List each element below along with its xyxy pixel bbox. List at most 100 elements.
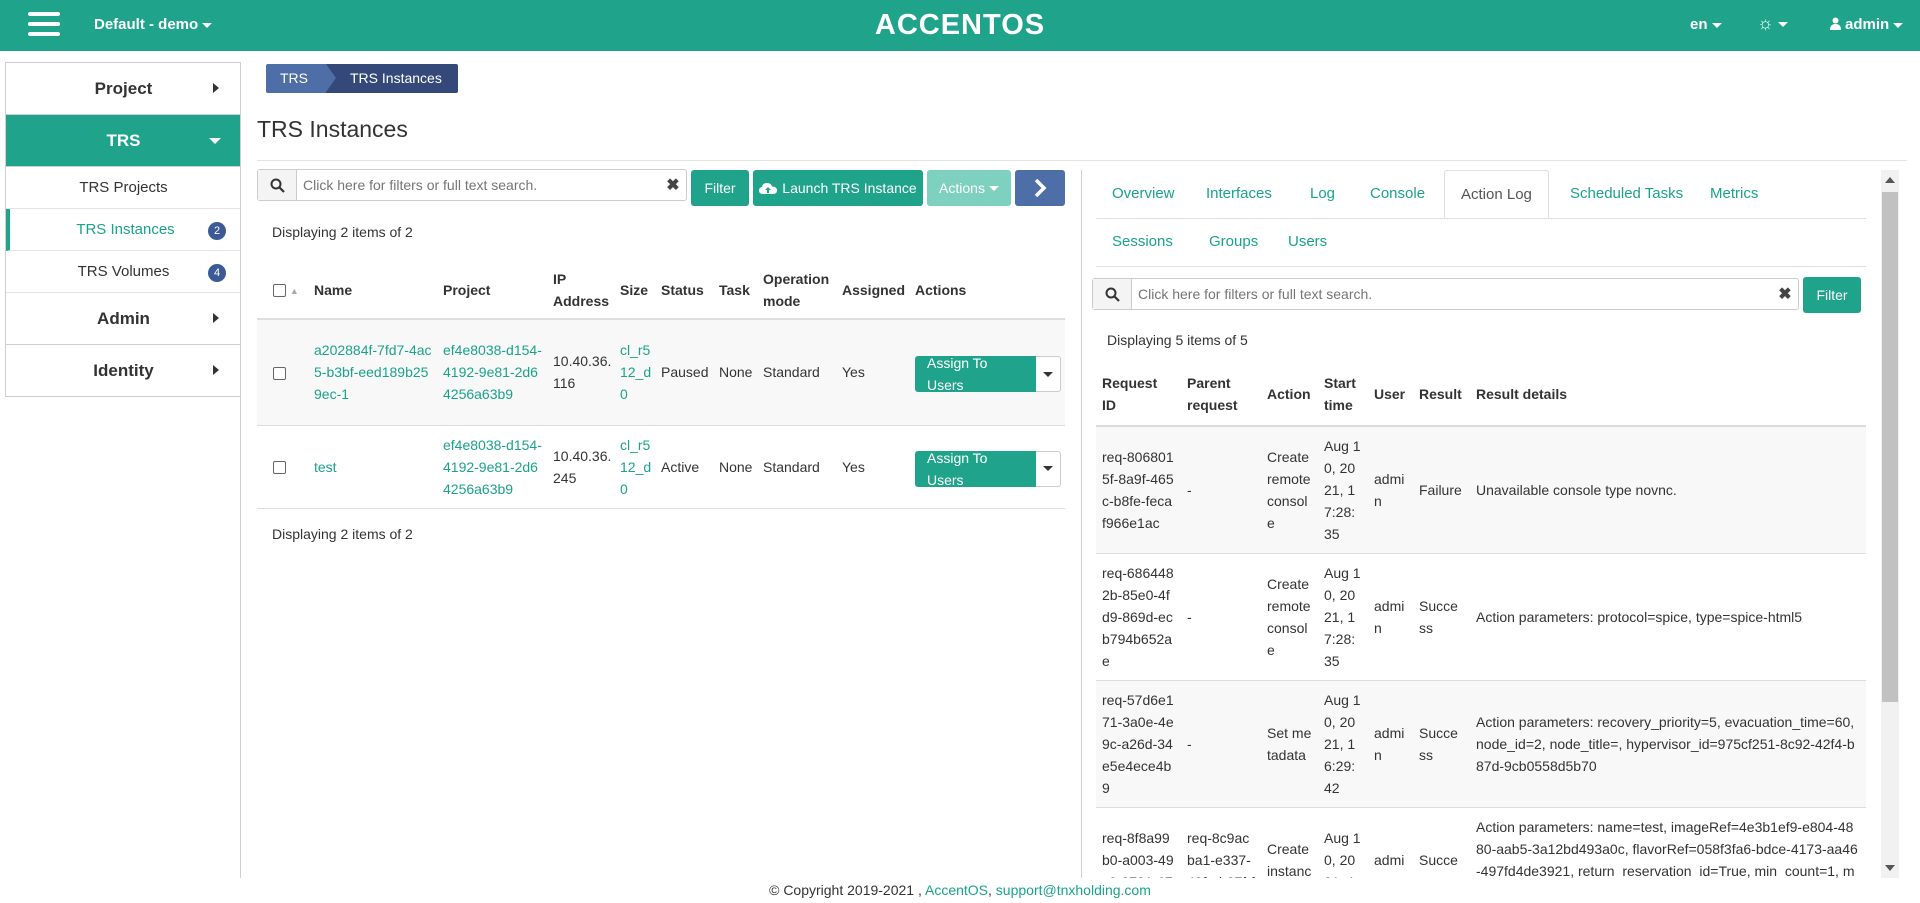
search-input[interactable] [1132, 279, 1772, 309]
project-link[interactable]: ef4e8038-d154-4192-9e81-2d64256a63b9 [439, 425, 549, 509]
actions-label: Actions [939, 180, 985, 196]
instance-name-link[interactable]: test [310, 425, 439, 509]
sidebar-section-identity[interactable]: Identity [6, 345, 241, 397]
footer: © Copyright 2019-2021 , AccentOS, suppor… [0, 882, 1920, 898]
col-assigned[interactable]: Assigned [838, 262, 911, 320]
size-link[interactable]: cl_r512_d0 [616, 319, 657, 426]
language-selector[interactable]: en [1690, 16, 1722, 33]
filter-button[interactable]: Filter [691, 170, 749, 206]
tab-sessions[interactable]: Sessions [1096, 218, 1189, 266]
col-operation-mode[interactable]: Operation mode [759, 262, 838, 320]
clear-icon[interactable]: ✖ [660, 170, 686, 200]
col-start-time[interactable]: Start time [1318, 362, 1368, 427]
chevron-down-icon [1777, 21, 1788, 27]
sort-icon[interactable]: ▲ [290, 286, 299, 296]
status: Active [657, 425, 715, 509]
sidebar-item-trs-projects[interactable]: TRS Projects [6, 167, 241, 209]
assign-to-users-button[interactable]: Assign To Users [915, 450, 1036, 488]
project-selector[interactable]: Default - demo [94, 16, 213, 33]
filter-button[interactable]: Filter [1803, 277, 1861, 313]
table-row[interactable]: a202884f-7fd7-4ac5-b3bf-eed189b259ec-1 e… [257, 319, 1065, 426]
row-checkbox[interactable] [273, 461, 286, 475]
col-task[interactable]: Task [715, 262, 759, 320]
breadcrumb: TRS TRS Instances [266, 64, 458, 93]
tab-users[interactable]: Users [1272, 218, 1343, 266]
col-user[interactable]: User [1368, 362, 1413, 427]
theme-selector[interactable]: ☼ [1757, 13, 1788, 34]
tab-action-log[interactable]: Action Log [1444, 170, 1549, 218]
assign-to-users-group: Assign To Users [915, 355, 1061, 393]
launch-label: Launch TRS Instance [782, 180, 917, 196]
scrollbar-thumb[interactable] [1882, 192, 1898, 702]
sidebar-item-trs-volumes[interactable]: TRS Volumes 4 [6, 251, 241, 293]
breadcrumb-item-trs[interactable]: TRS [266, 64, 336, 93]
launch-trs-instance-button[interactable]: Launch TRS Instance [753, 170, 923, 206]
tab-overview[interactable]: Overview [1096, 170, 1191, 218]
col-project[interactable]: Project [439, 262, 549, 320]
row-actions-dropdown[interactable] [1035, 450, 1061, 487]
row-checkbox[interactable] [273, 367, 286, 381]
tab-log[interactable]: Log [1294, 170, 1351, 218]
size-link[interactable]: cl_r512_d0 [616, 425, 657, 509]
table-row[interactable]: req-8f8a99b0-a003-49c0-8731-6747c93174a … [1096, 807, 1866, 878]
tab-interfaces[interactable]: Interfaces [1190, 170, 1288, 218]
expand-panel-button[interactable] [1015, 170, 1065, 206]
col-name[interactable]: Name [310, 262, 439, 320]
page-title: TRS Instances [257, 116, 408, 142]
table-row[interactable]: req-57d6e171-3a0e-4e9c-a26d-34e5e4ece4b9… [1096, 680, 1866, 808]
clear-icon[interactable]: ✖ [1772, 279, 1798, 309]
table-row[interactable]: test ef4e8038-d154-4192-9e81-2d64256a63b… [257, 425, 1065, 509]
col-result[interactable]: Result [1413, 362, 1470, 427]
instance-name-link[interactable]: a202884f-7fd7-4ac5-b3bf-eed189b259ec-1 [310, 319, 439, 426]
support-email-link[interactable]: support@tnxholding.com [996, 882, 1151, 898]
menu-icon[interactable] [28, 12, 60, 40]
col-ip-address[interactable]: IP Address [549, 262, 616, 320]
sidebar-section-admin[interactable]: Admin [6, 293, 241, 345]
col-size[interactable]: Size [616, 262, 657, 320]
chevron-down-icon [1893, 22, 1904, 28]
assign-to-users-button[interactable]: Assign To Users [915, 355, 1036, 393]
breadcrumb-item-trs-instances[interactable]: TRS Instances [326, 64, 458, 93]
tab-metrics[interactable]: Metrics [1694, 170, 1774, 218]
result: Failure [1413, 426, 1470, 554]
search-icon [258, 170, 297, 200]
col-status[interactable]: Status [657, 262, 715, 320]
col-parent-request[interactable]: Parent request [1181, 362, 1261, 427]
col-result-details[interactable]: Result details [1470, 362, 1866, 427]
parent-request: req-8c9acba1-e337-43fa-b27f-fe72cb750 [1181, 807, 1261, 878]
panel-divider [1081, 170, 1082, 878]
user-menu[interactable]: admin [1830, 16, 1904, 33]
tab-groups[interactable]: Groups [1193, 218, 1274, 266]
scroll-up-icon[interactable] [1885, 177, 1895, 183]
brand-link[interactable]: AccentOS [925, 882, 988, 898]
actions-button[interactable]: Actions [927, 170, 1011, 206]
sidebar-divider [240, 62, 241, 878]
row-actions-dropdown[interactable] [1035, 356, 1061, 393]
operation-mode: Standard [759, 425, 838, 509]
col-action[interactable]: Action [1261, 362, 1318, 427]
request-id: req-57d6e171-3a0e-4e9c-a26d-34e5e4ece4b9 [1096, 680, 1181, 808]
tab-scheduled-tasks[interactable]: Scheduled Tasks [1554, 170, 1699, 218]
col-request-id[interactable]: Request ID [1096, 362, 1181, 427]
table-row[interactable]: req-8068015f-8a9f-465c-b8fe-fecaf966e1ac… [1096, 426, 1866, 554]
language-label: en [1690, 16, 1708, 33]
chevron-down-icon [202, 22, 213, 28]
sidebar-item-trs-instances[interactable]: TRS Instances 2 [6, 209, 241, 251]
user-icon [1830, 17, 1841, 30]
action: Create instance [1261, 807, 1318, 878]
table-row[interactable]: req-6864482b-85e0-4fd9-869d-ecb794b652ae… [1096, 553, 1866, 681]
scrollbar[interactable] [1881, 170, 1899, 878]
chevron-down-icon [988, 185, 999, 191]
status: Paused [657, 319, 715, 426]
result: Success [1413, 553, 1470, 681]
sidebar-section-trs[interactable]: TRS [6, 115, 241, 167]
search-input[interactable] [297, 170, 660, 200]
action: Set metadata [1261, 680, 1318, 808]
tab-console[interactable]: Console [1354, 170, 1441, 218]
select-all-checkbox[interactable] [273, 283, 286, 297]
user: admin [1368, 680, 1413, 808]
sidebar-section-project[interactable]: Project [6, 63, 241, 115]
scroll-down-icon[interactable] [1885, 865, 1895, 871]
project-link[interactable]: ef4e8038-d154-4192-9e81-2d64256a63b9 [439, 319, 549, 426]
chevron-right-icon [213, 313, 219, 323]
